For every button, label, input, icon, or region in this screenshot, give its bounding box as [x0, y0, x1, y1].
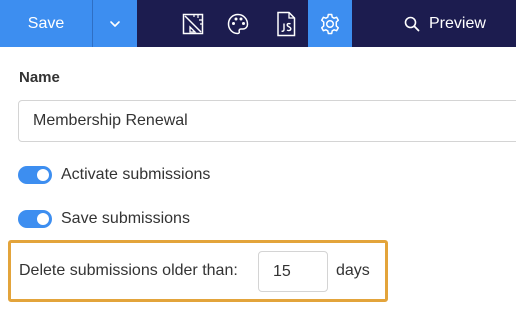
toggle-knob — [37, 169, 49, 181]
delete-submissions-label: Delete submissions older than: — [19, 262, 238, 279]
days-unit-label: days — [336, 262, 370, 279]
ruler-layout-icon — [182, 13, 204, 34]
preview-button-label: Preview — [429, 14, 486, 32]
layout-button[interactable] — [171, 0, 215, 47]
toggle-knob — [37, 213, 49, 225]
save-submissions-row: Save submissions — [18, 210, 190, 228]
name-field-label: Name — [19, 69, 60, 86]
save-submissions-toggle[interactable] — [18, 210, 52, 228]
settings-button[interactable] — [308, 0, 352, 47]
delete-days-input[interactable] — [258, 251, 328, 292]
javascript-file-icon — [277, 11, 296, 36]
editor-toolbar: Save Preview — [0, 0, 516, 47]
preview-button[interactable]: Preview — [390, 0, 516, 47]
save-options-button[interactable] — [93, 0, 137, 47]
theme-button[interactable] — [216, 0, 260, 47]
save-submissions-label: Save submissions — [61, 210, 190, 227]
activate-submissions-toggle[interactable] — [18, 166, 52, 184]
search-icon — [404, 16, 420, 32]
activate-submissions-row: Activate submissions — [18, 166, 210, 184]
javascript-button[interactable] — [264, 0, 308, 47]
save-button[interactable]: Save — [0, 0, 92, 47]
chevron-down-icon — [110, 20, 120, 27]
activate-submissions-label: Activate submissions — [61, 166, 211, 183]
name-input[interactable] — [18, 100, 516, 142]
save-button-label: Save — [27, 14, 65, 32]
palette-icon — [227, 13, 249, 34]
gear-icon — [320, 13, 340, 34]
